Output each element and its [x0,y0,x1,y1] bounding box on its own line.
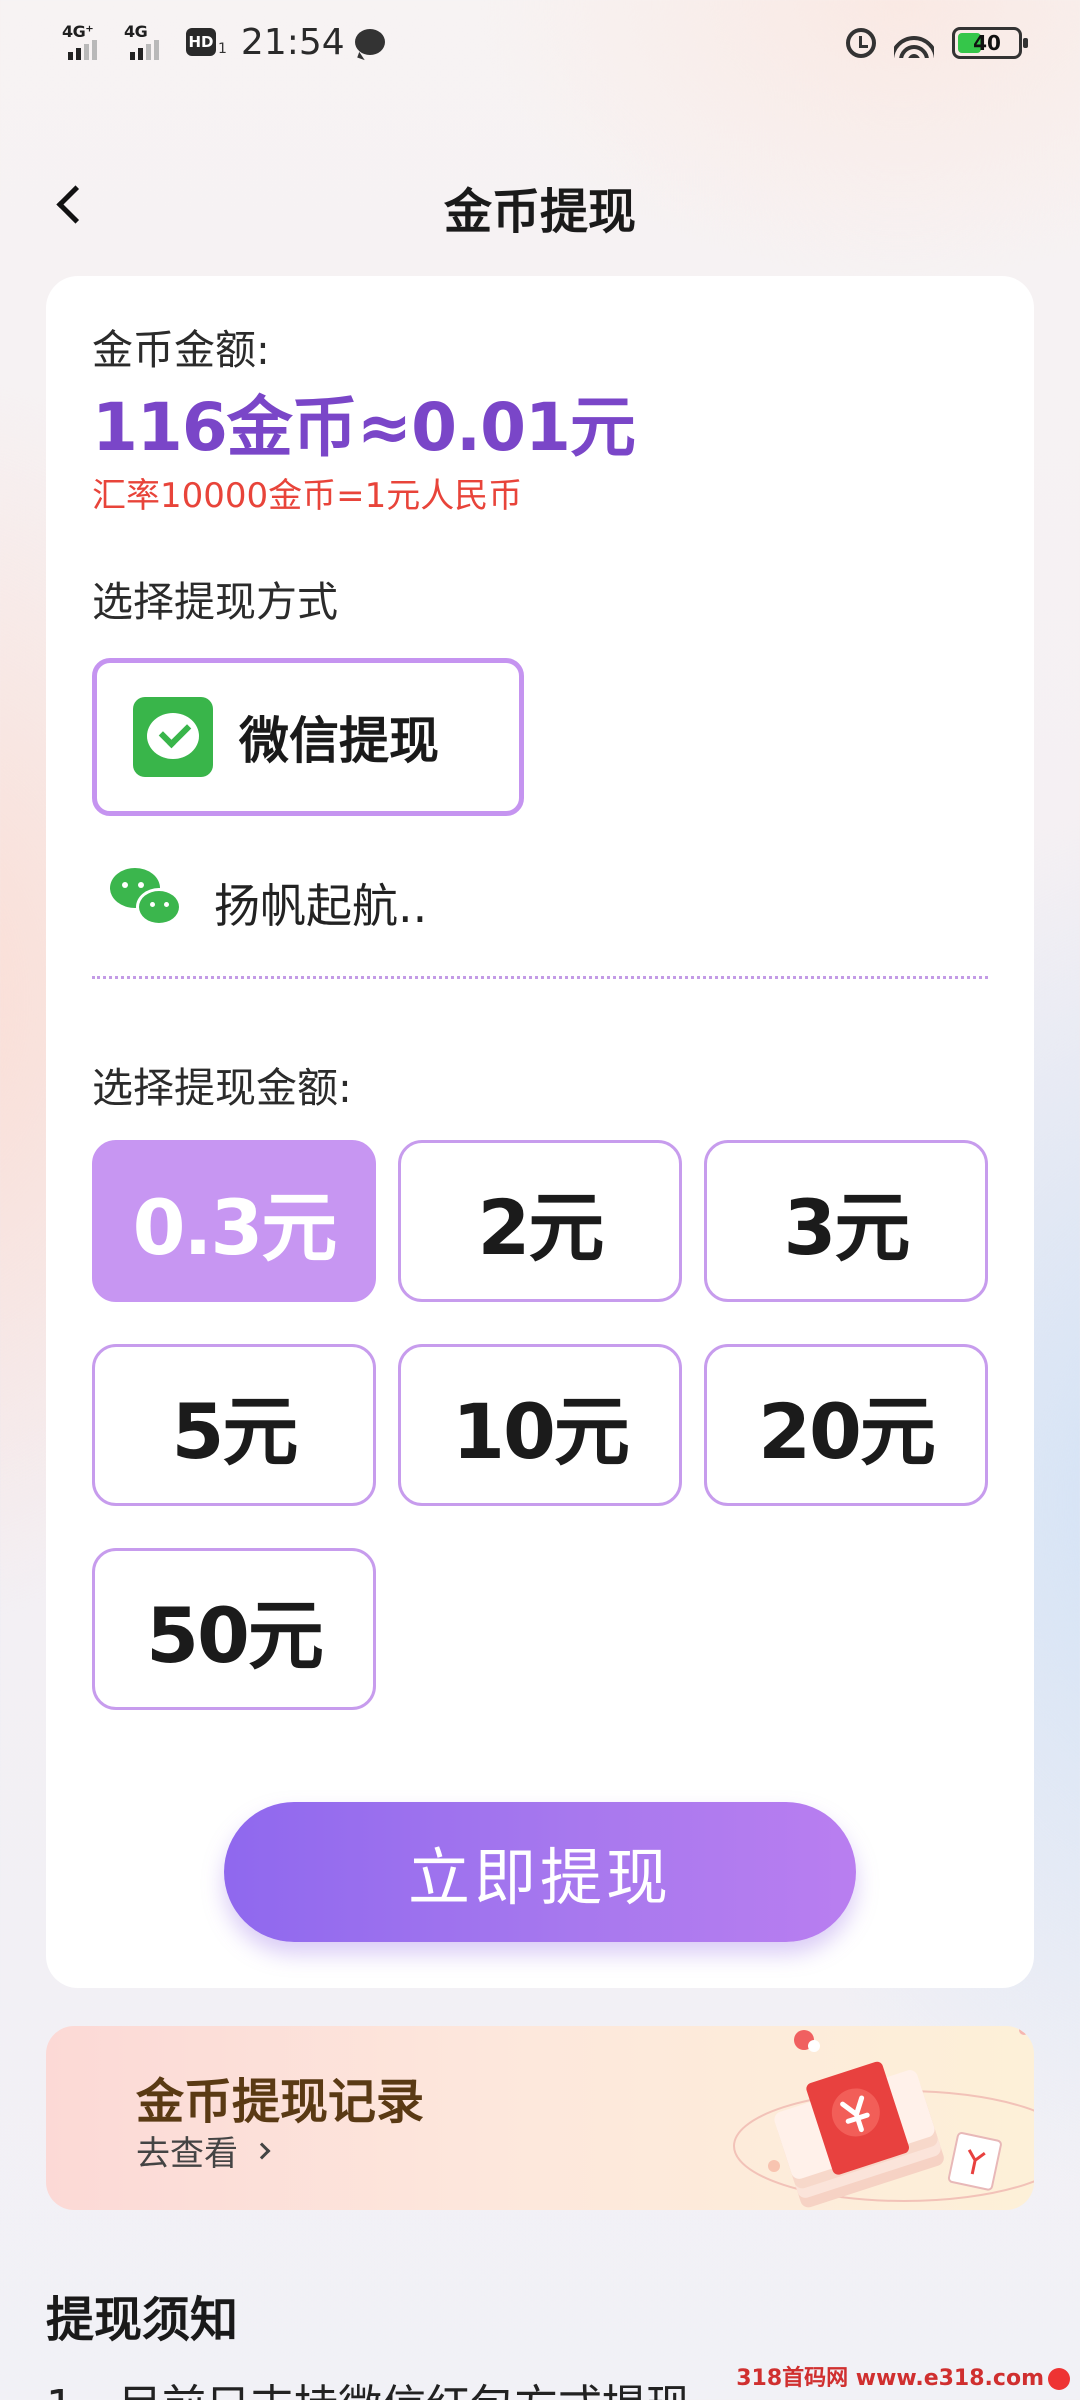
watermark-logo-icon [1048,2368,1070,2390]
notice-title: 提现须知 [46,2292,239,2348]
wechat-pay-icon [133,697,213,777]
status-bar: 4G⁺ 4G HD 1 21:54 40 [0,0,1080,84]
amount-option-6[interactable]: 50元 [92,1548,376,1710]
amount-option-3[interactable]: 5元 [92,1344,376,1506]
amount-option-1[interactable]: 2元 [398,1140,682,1302]
watermark: 318首码网 www.e318.com [736,2360,1070,2392]
divider [92,976,988,979]
money-stack-illustration [733,2026,1034,2208]
view-records-link[interactable]: 去查看 [136,2126,271,2175]
network-type-1: 4G⁺ [62,22,94,41]
hd-sub: 1 [218,41,227,57]
hd-icon: HD [186,28,216,56]
status-left: 4G⁺ 4G HD 1 21:54 [62,20,385,64]
amount-option-0[interactable]: 0.3元 [92,1140,376,1302]
signal-icon-2: 4G [124,22,176,62]
battery-icon: 40 [952,27,1028,59]
withdraw-now-button[interactable]: 立即提现 [224,1802,856,1942]
amount-option-2[interactable]: 3元 [704,1140,988,1302]
message-icon [354,29,385,55]
wifi-icon [894,28,934,58]
network-type-2: 4G [124,22,148,41]
page-title: 金币提现 [443,184,636,240]
withdraw-records-banner[interactable]: 金币提现记录 去查看 [46,2026,1034,2210]
notice-item-1: 1、目前只支持微信红包方式提现 [46,2370,690,2400]
wechat-withdraw-label: 微信提现 [239,712,439,770]
signal-icon: 4G⁺ [62,22,114,62]
amount-section-label: 选择提现金额: [92,1064,352,1112]
alarm-icon [846,28,876,58]
coin-amount-value: 116金币≈0.01元 [92,389,636,466]
status-time: 21:54 [240,21,345,63]
records-title: 金币提现记录 [136,2074,425,2130]
chevron-right-icon [253,2142,271,2159]
wechat-icon [110,868,186,932]
method-section-label: 选择提现方式 [92,578,338,626]
coin-amount-label: 金币金额: [92,326,270,374]
status-right: 40 [846,24,1028,62]
amount-option-4[interactable]: 10元 [398,1344,682,1506]
battery-percent: 40 [973,31,1001,55]
exchange-rate: 汇率10000金币=1元人民币 [92,476,523,516]
view-records-label: 去查看 [136,2134,238,2174]
amount-option-5[interactable]: 20元 [704,1344,988,1506]
wechat-withdraw-option[interactable]: 微信提现 [92,658,524,816]
withdraw-card: 金币金额: 116金币≈0.01元 汇率10000金币=1元人民币 选择提现方式… [46,276,1034,1988]
wechat-account-name: 扬帆起航.. [214,879,428,933]
watermark-text: 318首码网 www.e318.com [736,2366,1044,2391]
